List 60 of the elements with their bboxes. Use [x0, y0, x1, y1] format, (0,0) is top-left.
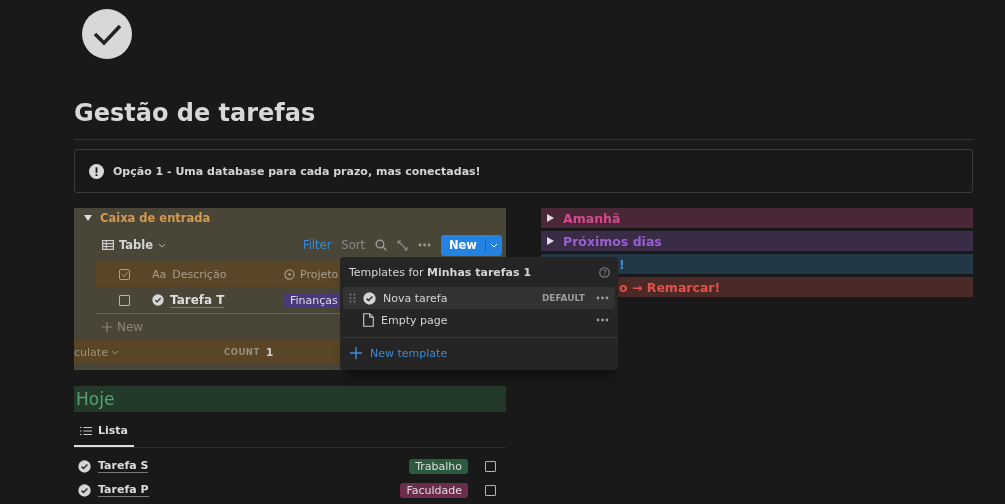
menu-title: Templates for Minhas tarefas 1: [349, 265, 532, 279]
more-icon[interactable]: [596, 318, 609, 322]
view-tab[interactable]: Lista: [74, 420, 134, 447]
more-icon[interactable]: [417, 243, 431, 247]
checkbox[interactable]: [118, 294, 130, 306]
count-label: COUNT: [224, 347, 260, 357]
check-circle-icon: [82, 9, 132, 59]
toggle-icon[interactable]: [547, 237, 554, 245]
task-title[interactable]: Tarefa P: [98, 483, 149, 497]
expand-icon[interactable]: [396, 239, 408, 251]
toggle-title[interactable]: Caixa de entrada: [100, 211, 211, 225]
plus-icon: [102, 322, 112, 332]
calculate-menu[interactable]: culate: [74, 345, 108, 359]
column-header[interactable]: Projeto: [300, 268, 339, 281]
check-circle-icon: [78, 483, 91, 497]
toggle-title[interactable]: Próximos dias: [563, 233, 662, 249]
drag-handle-icon[interactable]: [349, 293, 356, 303]
help-icon[interactable]: [599, 266, 610, 278]
view-selector[interactable]: Table: [102, 238, 167, 252]
toggle-title[interactable]: Amanhã: [563, 210, 621, 226]
check-circle-icon: [363, 291, 376, 305]
filter-button[interactable]: Filter: [302, 238, 332, 252]
alert-icon: [89, 163, 104, 179]
toggle-title[interactable]: !: [619, 256, 625, 272]
check-circle-icon: [78, 459, 91, 473]
search-icon[interactable]: [374, 239, 387, 251]
new-template-button[interactable]: New template: [340, 342, 618, 364]
section-heading: Hoje: [74, 386, 506, 412]
more-icon[interactable]: [596, 296, 609, 300]
checkbox-icon: [118, 269, 130, 280]
template-name: Nova tarefa: [383, 291, 449, 305]
toggle-title[interactable]: o → Remarcar!: [619, 279, 721, 295]
task-title[interactable]: Tarefa T: [170, 292, 225, 308]
project-tag: Trabalho: [409, 458, 468, 474]
plus-icon: [350, 347, 362, 359]
project-tag: Faculdade: [400, 482, 468, 498]
table-icon: [102, 240, 114, 250]
caret-icon: [110, 349, 119, 355]
column-type-label: Aa: [152, 268, 167, 281]
toggle-icon[interactable]: [547, 214, 554, 222]
list-icon: [80, 425, 92, 436]
callout-text: Opção 1 - Uma database para cada prazo, mas conectadas!: [113, 164, 481, 178]
template-item[interactable]: Nova tarefa DEFAULT: [343, 287, 615, 309]
column-header[interactable]: Descrição: [172, 268, 227, 281]
default-label: DEFAULT: [541, 293, 585, 303]
new-button[interactable]: New: [440, 234, 502, 256]
toggle-icon[interactable]: [84, 214, 92, 222]
caret-icon: [158, 242, 167, 248]
template-item[interactable]: Empty page: [343, 309, 615, 331]
checkbox[interactable]: [485, 460, 496, 472]
page-title: Gestão de tarefas: [74, 99, 316, 127]
page-icon: [363, 313, 374, 327]
caret-icon[interactable]: [490, 242, 498, 248]
template-name: Empty page: [381, 313, 449, 327]
check-circle-icon: [152, 294, 164, 306]
checkbox[interactable]: [485, 484, 496, 496]
count-value: 1: [265, 345, 274, 359]
task-title[interactable]: Tarefa S: [98, 459, 149, 473]
sort-button[interactable]: Sort: [341, 238, 365, 252]
select-icon: [284, 269, 295, 280]
